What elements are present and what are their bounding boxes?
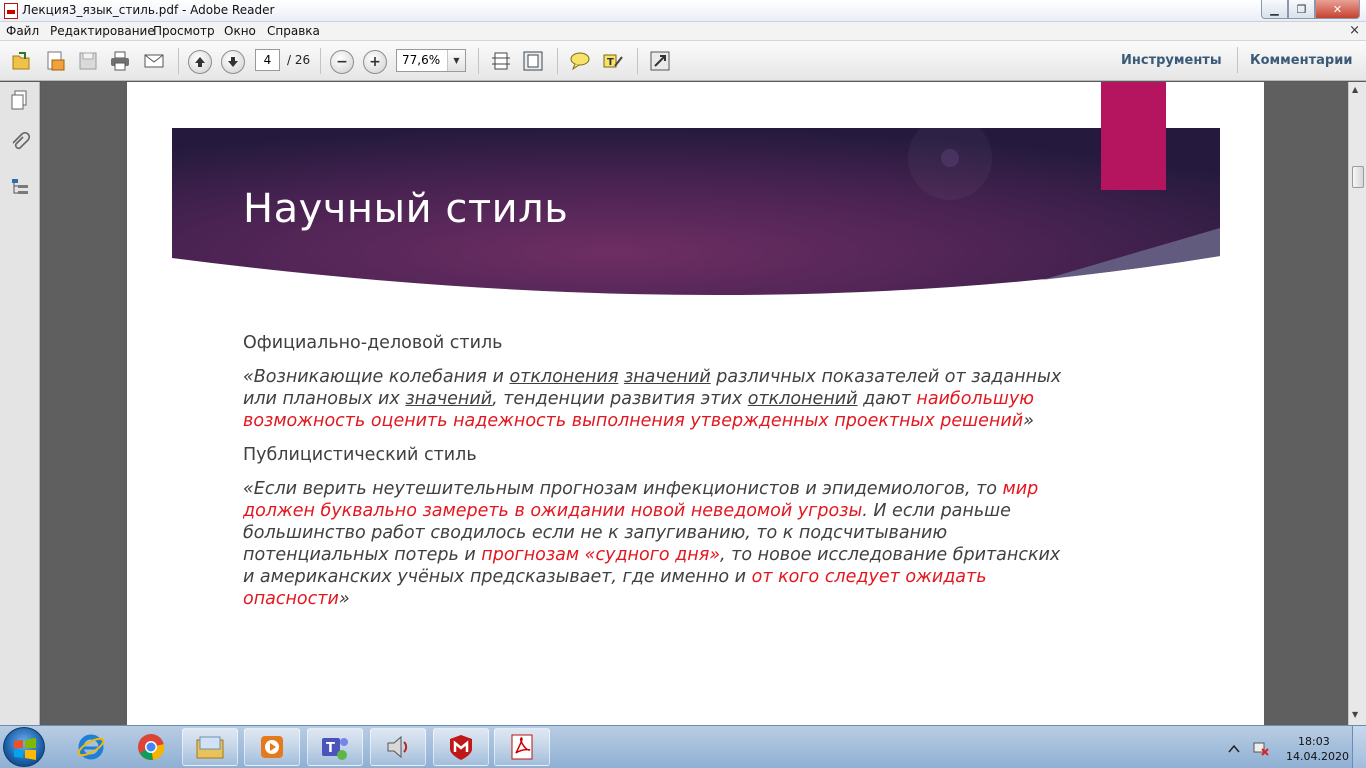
internet-explorer-icon[interactable] (63, 728, 119, 766)
menu-bar: Файл Редактирование Просмотр Окно Справк… (0, 22, 1366, 41)
close-document-icon[interactable]: × (1349, 23, 1360, 38)
page-number-input[interactable]: 4 (255, 49, 280, 71)
previous-page-icon[interactable] (188, 50, 212, 74)
explorer-icon[interactable] (182, 728, 238, 766)
clock-time[interactable]: 18:03 (1298, 735, 1330, 748)
menu-window[interactable]: Окно (224, 24, 256, 38)
navigation-pane (0, 82, 40, 725)
pdf-page: Научный стиль Официально-деловой стиль «… (127, 82, 1264, 725)
teams-icon[interactable]: T (307, 728, 363, 766)
clock-date[interactable]: 14.04.2020 (1286, 750, 1349, 763)
quote-publicistic: «Если верить неутешительным прогнозам ин… (243, 479, 1061, 609)
full-screen-icon[interactable] (648, 49, 672, 73)
minimize-button[interactable]: ▁ (1261, 0, 1288, 19)
window-controls: ▁ ❐ ✕ (1261, 0, 1360, 19)
page-total: / 26 (287, 53, 311, 67)
chevron-down-icon[interactable]: ▼ (447, 50, 465, 71)
zoom-value: 77,6% (402, 53, 441, 67)
zoom-select[interactable]: 77,6% ▼ (396, 49, 466, 72)
powerpoint-icon[interactable] (370, 728, 426, 766)
comment-icon[interactable] (568, 49, 592, 73)
comments-panel-button[interactable]: Комментарии (1250, 53, 1352, 68)
taskbar: T 18:03 14.04.2020 (0, 725, 1366, 768)
section-heading-official: Официально-деловой стиль (243, 333, 503, 353)
fit-width-icon[interactable] (521, 49, 545, 73)
restore-button[interactable]: ❐ (1288, 0, 1315, 19)
slide-title: Научный стиль (243, 186, 569, 232)
scroll-down-icon[interactable]: ▼ (1352, 710, 1358, 719)
next-page-icon[interactable] (221, 50, 245, 74)
close-button[interactable]: ✕ (1315, 0, 1360, 19)
scroll-thumb[interactable] (1352, 166, 1364, 188)
chrome-icon[interactable] (123, 728, 179, 766)
vertical-scrollbar[interactable]: ▲ ▼ (1348, 82, 1366, 725)
print-icon[interactable] (108, 49, 132, 73)
fit-page-icon[interactable] (489, 49, 513, 73)
acrobat-icon[interactable] (494, 728, 550, 766)
zoom-out-button[interactable]: − (330, 50, 354, 74)
layers-icon[interactable] (9, 176, 31, 198)
highlight-text-icon[interactable]: T (601, 49, 625, 73)
windows-logo-icon (14, 738, 36, 760)
tray-expand-icon[interactable] (1228, 744, 1240, 754)
attachments-icon[interactable] (9, 132, 31, 154)
slide-ribbon (1101, 82, 1166, 190)
save-icon[interactable] (76, 49, 100, 73)
show-desktop-button[interactable] (1352, 726, 1366, 768)
slide-body: Официально-деловой стиль «Возникающие ко… (243, 332, 1063, 622)
page-thumbnails-icon[interactable] (9, 89, 31, 111)
mcafee-icon[interactable] (433, 728, 489, 766)
scroll-up-icon[interactable]: ▲ (1352, 85, 1358, 94)
create-pdf-icon[interactable] (43, 49, 67, 73)
menu-edit[interactable]: Редактирование (50, 24, 155, 38)
network-status-icon[interactable] (1253, 740, 1269, 756)
title-bar: Лекция3_язык_стиль.pdf - Adobe Reader ▁ … (0, 0, 1366, 22)
menu-file[interactable]: Файл (6, 24, 39, 38)
menu-view[interactable]: Просмотр (153, 24, 215, 38)
quote-official: «Возникающие колебания и отклонения знач… (243, 367, 1062, 431)
start-button[interactable] (3, 727, 45, 767)
window-title: Лекция3_язык_стиль.pdf - Adobe Reader (22, 3, 275, 17)
tools-panel-button[interactable]: Инструменты (1121, 53, 1222, 68)
menu-help[interactable]: Справка (267, 24, 320, 38)
open-file-icon[interactable] (9, 49, 33, 73)
email-icon[interactable] (142, 49, 166, 73)
media-player-icon[interactable] (244, 728, 300, 766)
zoom-in-button[interactable]: + (363, 50, 387, 74)
section-heading-publicistic: Публицистический стиль (243, 445, 477, 465)
svg-text:T: T (326, 741, 335, 756)
adobe-reader-icon (4, 3, 18, 19)
svg-text:T: T (607, 57, 614, 68)
